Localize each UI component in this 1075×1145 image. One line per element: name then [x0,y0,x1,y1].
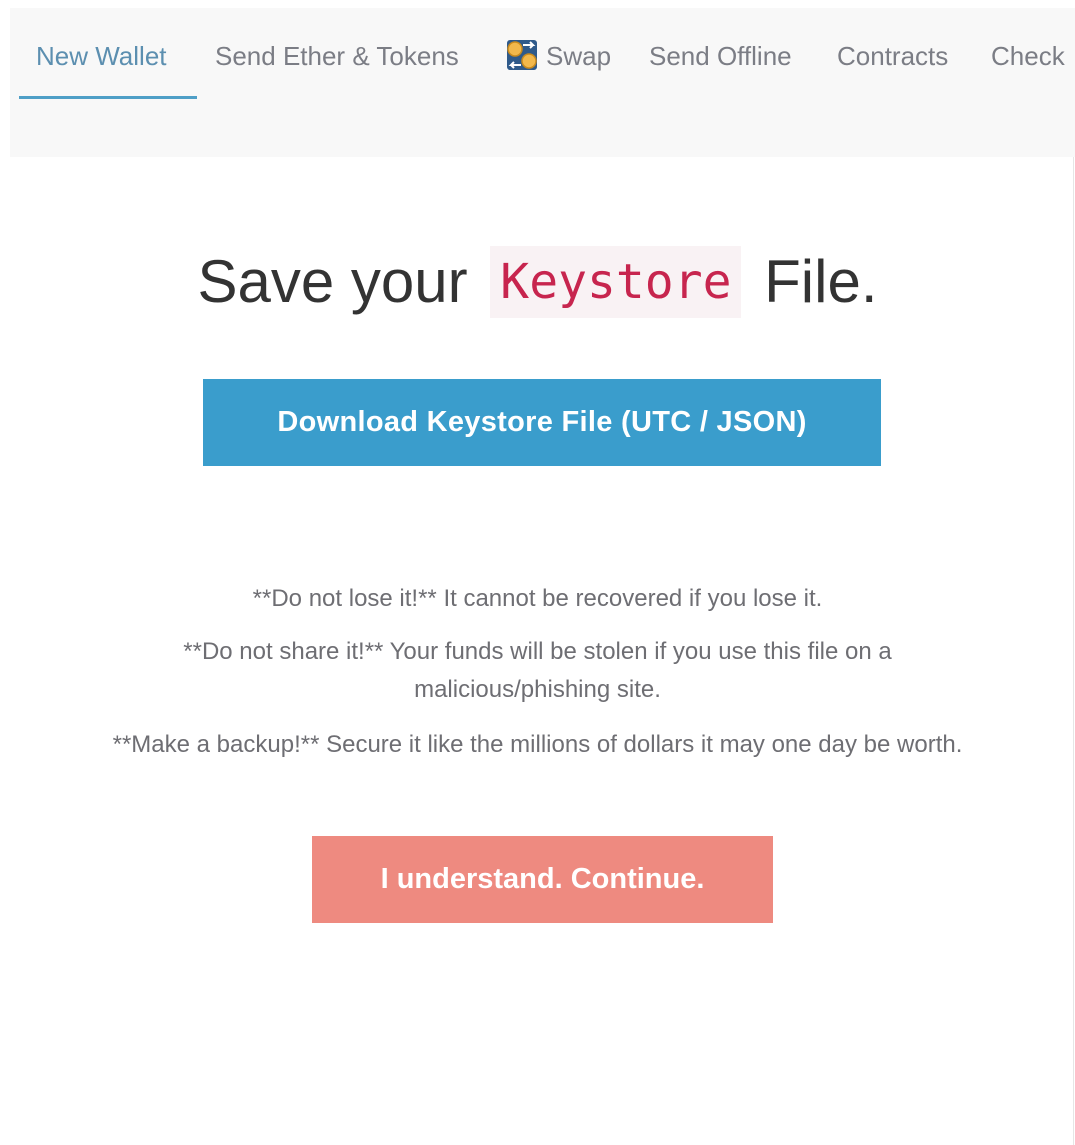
page-title: Save your Keystore File. [0,240,1075,324]
nav-tab-send-ether-tokens[interactable]: Send Ether & Tokens [215,38,459,78]
nav-tab-check[interactable]: Check [991,38,1065,78]
nav-tab-send-offline[interactable]: Send Offline [649,38,792,78]
title-prefix: Save your [197,248,468,315]
warning-make-backup: **Make a backup!** Secure it like the mi… [112,731,963,758]
title-suffix: File. [764,248,878,315]
nav-tab-swap-label: Swap [546,41,612,71]
nav-tab-swap[interactable]: Swap [504,38,611,78]
nav-tab-contracts[interactable]: Contracts [837,38,948,78]
nav-tab-new-wallet[interactable]: New Wallet [36,38,167,78]
continue-button[interactable]: I understand. Continue. [312,836,773,923]
main-nav: New Wallet Send Ether & Tokens Swap Send… [10,8,1075,157]
warning-do-not-share-line1: **Do not share it!** Your funds will be … [183,638,892,665]
page: New Wallet Send Ether & Tokens Swap Send… [0,0,1075,1145]
title-keystore-code: Keystore [490,246,742,318]
warning-do-not-share-line2: malicious/phishing site. [414,676,661,703]
download-keystore-button[interactable]: Download Keystore File (UTC / JSON) [203,379,881,466]
swap-icon [504,37,540,73]
warning-do-not-share: **Do not share it!** Your funds will be … [0,633,1075,709]
warning-do-not-lose: **Do not lose it!** It cannot be recover… [252,585,823,612]
active-tab-underline [19,96,197,99]
